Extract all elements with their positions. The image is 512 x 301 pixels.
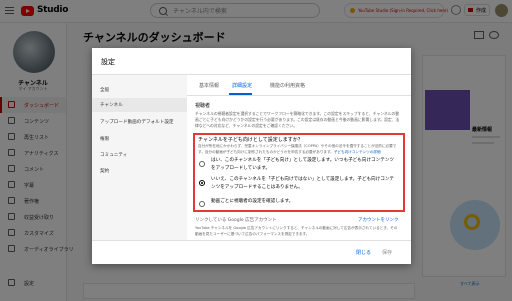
radio-made-for-kids-no[interactable] xyxy=(199,180,205,186)
learn-more-link[interactable]: 子ども向けコンテンツの詳細 xyxy=(334,150,381,154)
radio-review-each-video[interactable] xyxy=(199,201,205,207)
linked-account-label: リンクしている Google 広告アカウント xyxy=(195,218,277,223)
category-label: 契約 xyxy=(100,169,110,174)
option-yes-text[interactable]: はい、このチャンネルを「子ども向け」として設定します。いつも子ども向けコンテンツ… xyxy=(211,157,396,172)
category-label: チャンネル xyxy=(100,103,123,108)
settings-dialog: 設定 全般 チャンネル アップロード動画のデフォルト設定 権限 コミュニティ 契… xyxy=(92,48,411,264)
radio-made-for-kids-yes[interactable] xyxy=(199,161,205,167)
linked-account-description: YouTube チャンネルを Google 広告アカウントにリンクすると、チャン… xyxy=(195,226,398,236)
tab-advanced-settings[interactable]: 詳細設定 xyxy=(232,82,252,89)
audience-heading: 視聴者 xyxy=(195,103,211,109)
settings-categories: 全般 チャンネル アップロード動画のデフォルト設定 権限 コミュニティ 契約 xyxy=(92,75,187,240)
audience-description: チャンネルの視聴者設定を選択することでワークフローを簡略化できます。この設定をス… xyxy=(195,111,400,128)
option-each-video-text[interactable]: 動画ごとに視聴者の設定を確認します。 xyxy=(211,198,396,206)
divider xyxy=(187,95,411,96)
category-channel[interactable]: チャンネル xyxy=(92,98,187,112)
category-label: 権限 xyxy=(100,137,110,142)
tab-basic-info[interactable]: 基本情報 xyxy=(199,82,219,89)
made-for-kids-question: チャンネルを子ども向けとして設定しますか？ xyxy=(198,137,303,143)
category-upload-defaults[interactable]: アップロード動画のデフォルト設定 xyxy=(92,115,187,129)
category-general[interactable]: 全般 xyxy=(92,83,187,97)
made-for-kids-description: 自分が所在地にかかわらず、児童オンラインプライバシー保護法（COPPA）やその他… xyxy=(198,144,398,155)
category-label: コミュニティ xyxy=(100,153,128,158)
category-community[interactable]: コミュニティ xyxy=(92,148,187,162)
tab-feature-eligibility[interactable]: 機能の利用資格 xyxy=(270,82,305,89)
option-no-text[interactable]: いいえ、このチャンネルを「子ども向けではない」として設定します。子ども向けコンテ… xyxy=(211,176,396,191)
category-permissions[interactable]: 権限 xyxy=(92,132,187,146)
category-label: アップロード動画のデフォルト設定 xyxy=(100,120,174,125)
category-agreements[interactable]: 契約 xyxy=(92,164,187,178)
divider xyxy=(92,240,411,241)
link-account-button[interactable]: アカウントをリンク xyxy=(358,217,399,223)
category-label: 全般 xyxy=(100,88,110,93)
dialog-title: 設定 xyxy=(101,58,115,66)
close-button[interactable]: 閉じる xyxy=(356,249,371,256)
save-button[interactable]: 保存 xyxy=(382,249,392,256)
